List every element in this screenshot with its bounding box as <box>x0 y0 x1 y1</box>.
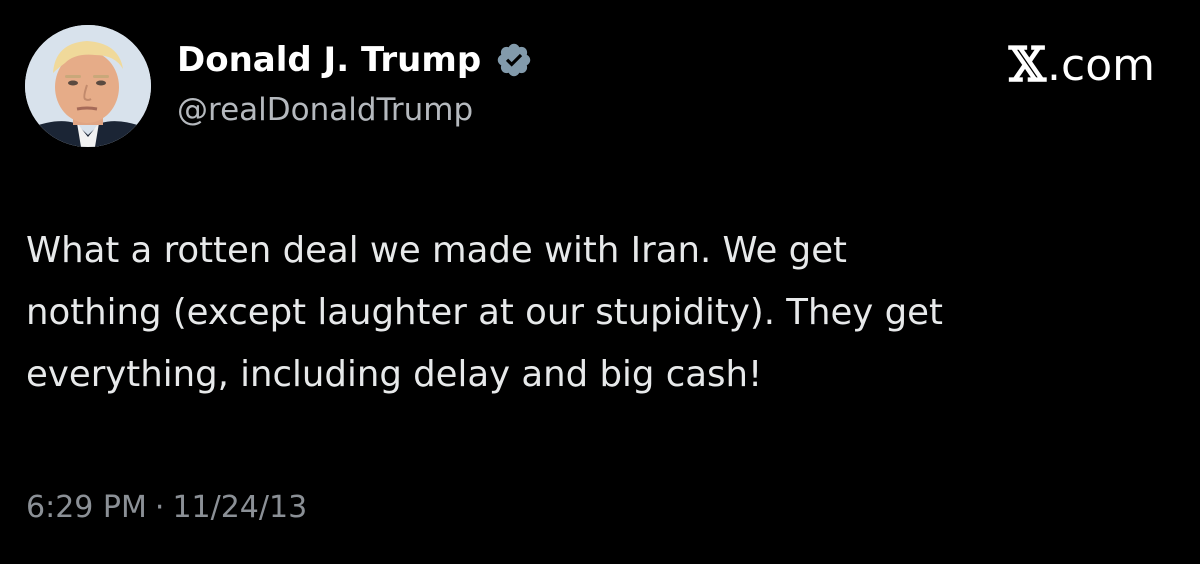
brand-label: .com <box>1047 39 1155 91</box>
display-name-row: Donald J. Trump <box>177 36 533 84</box>
tweet-text: What a rotten deal we made with Iran. We… <box>26 220 1176 406</box>
tweet-timestamp[interactable]: 6:29 PM · 11/24/13 <box>26 490 307 525</box>
x-logo-icon: 𝕏 <box>1008 37 1047 93</box>
tweet-text-line: What a rotten deal we made with Iran. We… <box>26 230 847 271</box>
tweet-card: Donald J. Trump @realDonaldTrump 𝕏 .com W… <box>0 0 1200 564</box>
avatar[interactable] <box>25 25 151 147</box>
brand-watermark: 𝕏 .com <box>1009 37 1155 93</box>
meta-separator: · <box>154 490 165 525</box>
user-handle[interactable]: @realDonaldTrump <box>177 92 473 128</box>
display-name[interactable]: Donald J. Trump <box>177 40 481 80</box>
verified-badge-icon <box>497 43 531 77</box>
tweet-text-line: nothing (except laughter at our stupidit… <box>26 292 943 333</box>
tweet-text-line: everything, including delay and big cash… <box>26 354 763 395</box>
profile-photo <box>25 25 151 147</box>
tweet-date: 11/24/13 <box>172 490 308 525</box>
tweet-time: 6:29 PM <box>26 490 147 525</box>
